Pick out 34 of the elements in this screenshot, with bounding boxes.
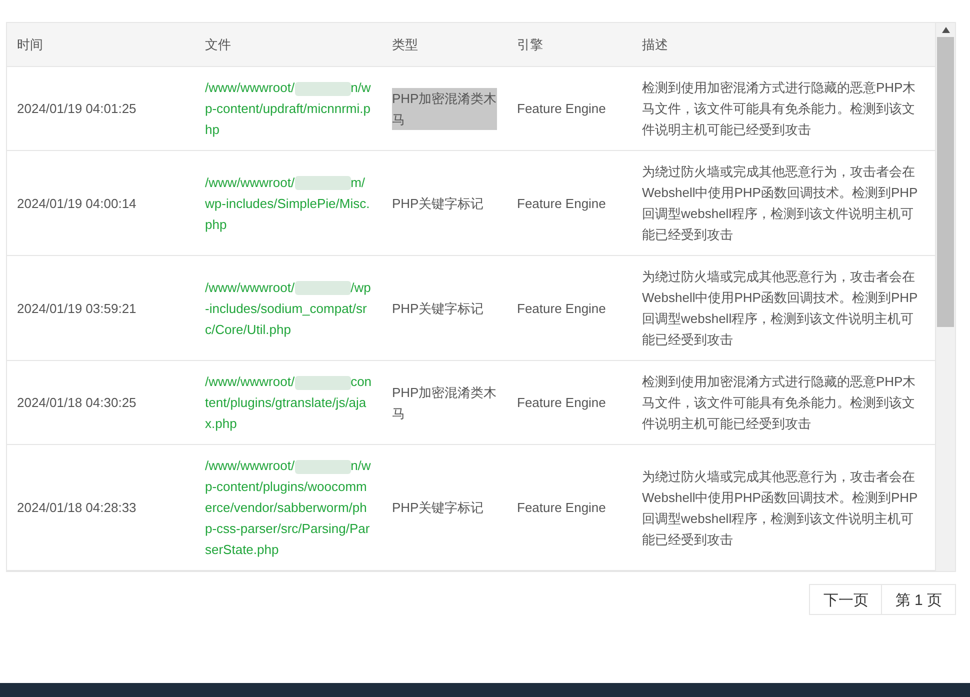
- engine-cell-text: Feature Engine: [516, 499, 607, 517]
- description-cell-text: 为绕过防火墙或完成其他恶意行为，攻击者会在Webshell中使用PHP函数回调技术。检测到PHP回调型webshell程序，检测到该文件说明主机可能已经受到攻击: [641, 163, 919, 244]
- engine-cell-text: Feature Engine: [516, 194, 607, 213]
- engine-cell-text: Feature Engine: [516, 300, 607, 318]
- pagination-button[interactable]: 下一页: [809, 584, 882, 615]
- type-text: PHP加密混淆类木马: [392, 88, 497, 130]
- column-header: 描述: [641, 36, 669, 54]
- type-text: PHP关键字标记: [392, 194, 484, 212]
- description-cell-text: 为绕过防火墙或完成其他恶意行为，攻击者会在Webshell中使用PHP函数回调技术。检测到PHP回调型webshell程序，检测到该文件说明主机可能已经受到攻击: [641, 268, 919, 349]
- time-cell-text: 2024/01/19 04:00:14: [16, 194, 138, 212]
- engine-cell-text: Feature Engine: [516, 100, 607, 118]
- description-cell-text: 检测到使用加密混淆方式进行隐藏的恶意PHP木马文件，该文件可能具有免杀能力。检测到该文件说明主机可能已经受到攻击: [641, 79, 917, 139]
- file-path-cell-text: /www/wwwroot/ m/wp-includes/SimplePie/Misc.php: [204, 174, 371, 234]
- column-header: 文件: [204, 36, 232, 54]
- scroll-up-icon[interactable]: [942, 27, 950, 33]
- column-header: 引擎: [516, 36, 544, 54]
- file-path-cell-text: /www/wwwroot/ n/wp-content/plugins/woocommerce/vendor/sabberworm/php-css-parser/src/Parsing/ParserState.php: [204, 457, 372, 559]
- file-path-cell-text: /www/wwwroot/ content/plugins/gtranslate/js/ajax.php: [204, 373, 373, 433]
- column-header: 类型: [391, 36, 419, 54]
- time-cell-text: 2024/01/18 04:28:33: [16, 499, 138, 517]
- column-header: 时间: [16, 36, 44, 54]
- type-text: PHP关键字标记: [392, 300, 484, 318]
- type-text: PHP加密混淆类木马: [392, 384, 497, 422]
- file-path-cell-text: /www/wwwroot/ /wp-includes/sodium_compat/src/Core/Util.php: [204, 278, 372, 339]
- pagination-button[interactable]: 第 1 页: [881, 584, 956, 615]
- engine-cell-text: Feature Engine: [516, 394, 607, 412]
- description-cell-text: 检测到使用加密混淆方式进行隐藏的恶意PHP木马文件，该文件可能具有免杀能力。检测到该文件说明主机可能已经受到攻击: [641, 373, 917, 433]
- time-cell-text: 2024/01/19 03:59:21: [16, 300, 138, 318]
- time-cell-text: 2024/01/18 04:30:25: [16, 394, 138, 412]
- description-cell-text: 为绕过防火墙或完成其他恶意行为，攻击者会在Webshell中使用PHP函数回调技术。检测到PHP回调型webshell程序，检测到该文件说明主机可能已经受到攻击: [641, 468, 919, 548]
- type-text: PHP关键字标记: [392, 499, 484, 517]
- time-cell-text: 2024/01/19 04:01:25: [16, 100, 138, 118]
- scrollbar[interactable]: [935, 23, 955, 571]
- file-path-cell-text: /www/wwwroot/ n/wp-content/updraft/micnnrmi.php: [204, 79, 372, 139]
